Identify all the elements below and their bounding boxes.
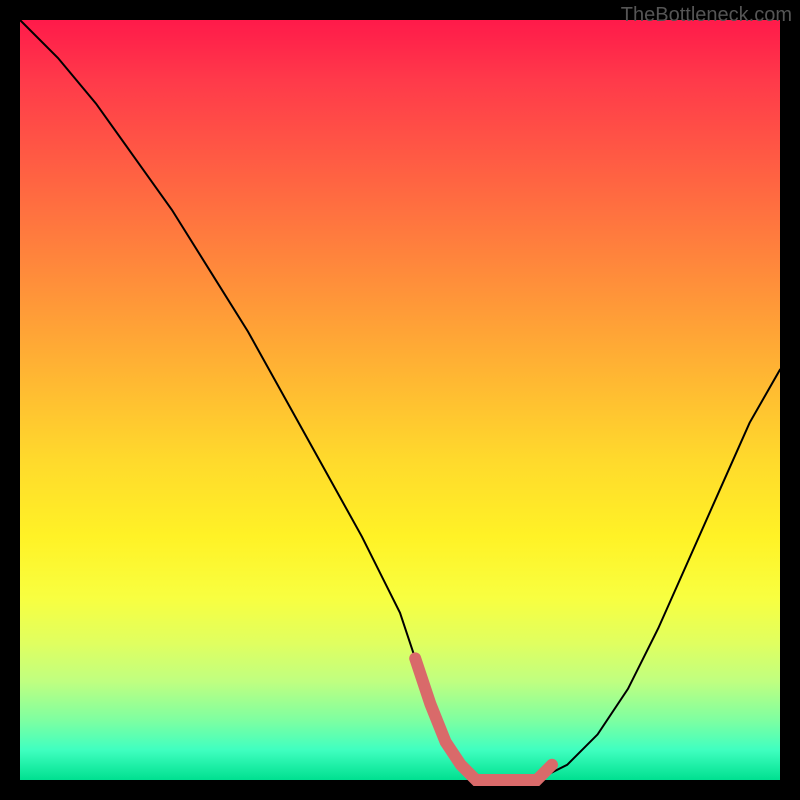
- chart-container: TheBottleneck.com: [0, 0, 800, 800]
- bottleneck-curve: [20, 20, 780, 780]
- plot-area: [20, 20, 780, 780]
- highlight-band: [415, 658, 552, 780]
- watermark-text: TheBottleneck.com: [621, 4, 792, 27]
- curve-svg: [20, 20, 780, 780]
